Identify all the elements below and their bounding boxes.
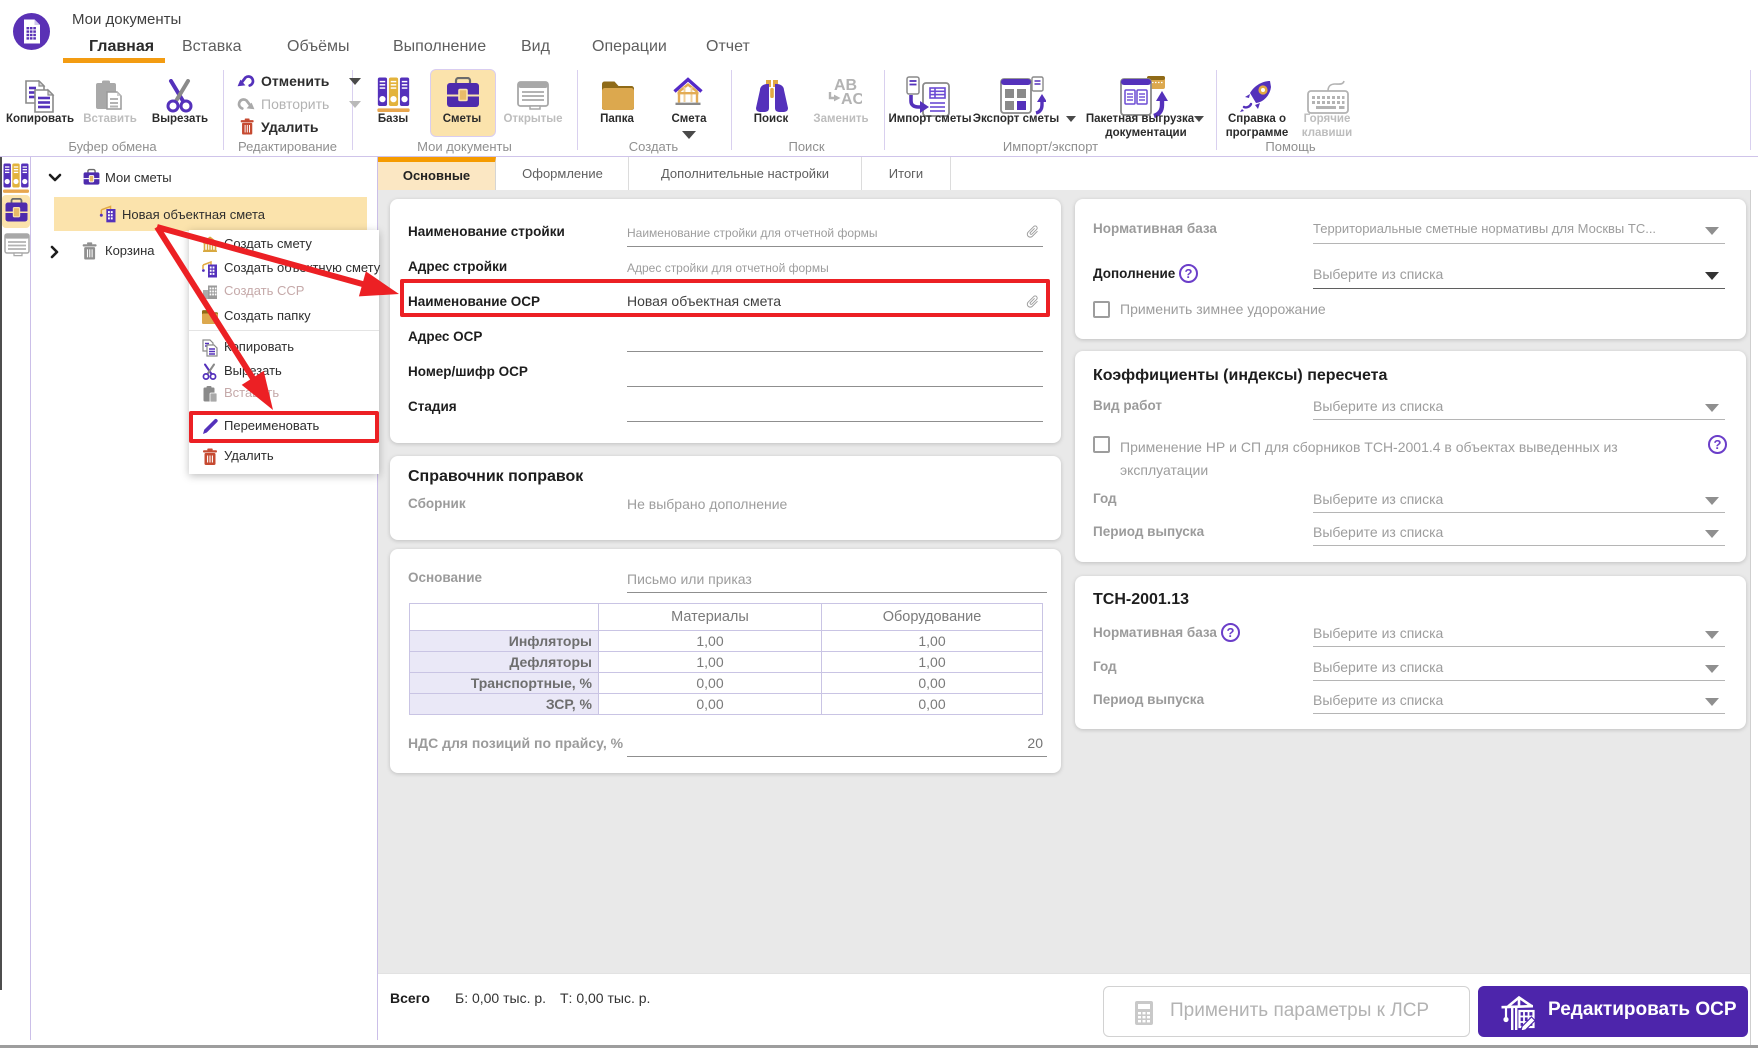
svg-text:AC: AC [841, 91, 862, 108]
